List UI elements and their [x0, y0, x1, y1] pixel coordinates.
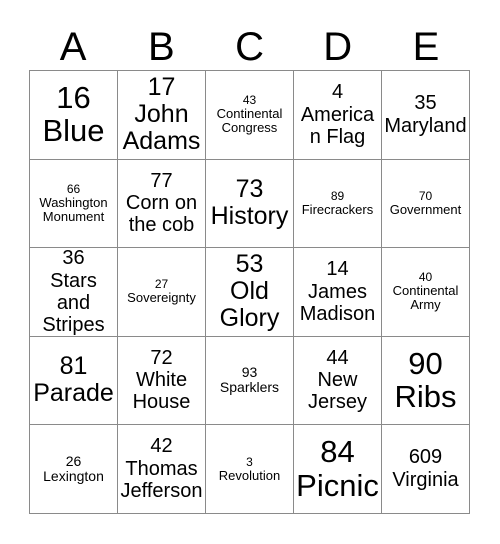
- bingo-cell-label: Blue: [42, 113, 105, 149]
- bingo-cell-number: 90: [408, 345, 443, 381]
- bingo-cell-label: Ribs: [394, 379, 457, 415]
- bingo-cell-number: 42: [150, 435, 173, 458]
- bingo-cell-number: 14: [326, 258, 349, 281]
- bingo-cell-c3[interactable]: 53 Old Glory: [206, 248, 294, 337]
- bingo-cell-label: Firecrackers: [301, 201, 374, 217]
- bingo-cell-c5[interactable]: 3 Revolution: [206, 425, 294, 514]
- bingo-cell-label: White House: [132, 369, 191, 414]
- bingo-cell-d2[interactable]: 89 Firecrackers: [294, 159, 382, 249]
- bingo-cell-label: Revolution: [218, 467, 281, 483]
- bingo-cell-label: Sovereignty: [127, 290, 196, 306]
- bingo-cell-label: History: [210, 202, 289, 231]
- bingo-cell-c2[interactable]: 73 History: [206, 159, 294, 249]
- bingo-cell-e3[interactable]: 40 Continental Army: [382, 248, 470, 337]
- bingo-cell-d1[interactable]: 4 American Flag: [294, 71, 382, 160]
- bingo-cell-label: Stars and Stripes: [42, 269, 105, 336]
- bingo-cell-e2[interactable]: 70 Government: [382, 159, 470, 249]
- bingo-cell-label: Maryland: [384, 114, 467, 137]
- column-header-d: D: [323, 25, 353, 69]
- bingo-cell-a2[interactable]: 66 Washington Monument: [30, 159, 118, 249]
- bingo-cell-label: Lexington: [43, 468, 104, 485]
- bingo-cell-number: 53: [235, 249, 264, 278]
- bingo-cell-number: 77: [150, 169, 173, 192]
- bingo-cell-number: 70: [418, 188, 433, 203]
- bingo-cell-label: Sparklers: [219, 379, 280, 396]
- bingo-cell-e1[interactable]: 35 Maryland: [382, 71, 470, 160]
- bingo-cell-e4[interactable]: 90 Ribs: [382, 336, 470, 426]
- bingo-cell-number: 72: [150, 346, 173, 369]
- bingo-cell-a1[interactable]: 16 Blue: [30, 71, 118, 160]
- bingo-cell-number: 89: [330, 188, 345, 203]
- bingo-column-headers: A B C D E: [29, 24, 470, 70]
- bingo-cell-d5[interactable]: 84 Picnic: [294, 425, 382, 514]
- bingo-cell-label: Continental Army: [392, 283, 459, 313]
- bingo-cell-number: 73: [235, 175, 264, 204]
- bingo-cell-number: 84: [320, 434, 355, 470]
- bingo-cell-b5[interactable]: 42 Thomas Jefferson: [118, 425, 206, 514]
- bingo-cell-a3[interactable]: 36 Stars and Stripes: [30, 248, 118, 337]
- bingo-cell-d4[interactable]: 44 New Jersey: [294, 336, 382, 426]
- bingo-cell-number: 17: [147, 72, 176, 101]
- bingo-cell-b3[interactable]: 27 Sovereignty: [118, 248, 206, 337]
- bingo-cell-label: Washington Monument: [39, 194, 108, 224]
- bingo-cell-label: American Flag: [300, 103, 375, 148]
- bingo-cell-label: Corn on the cob: [125, 192, 198, 237]
- column-header-a: A: [59, 25, 87, 69]
- bingo-cell-label: Government: [389, 201, 462, 217]
- bingo-cell-b2[interactable]: 77 Corn on the cob: [118, 159, 206, 249]
- bingo-cell-b1[interactable]: 17 John Adams: [118, 71, 206, 160]
- bingo-cell-e5[interactable]: 609 Virginia: [382, 425, 470, 514]
- bingo-cell-b4[interactable]: 72 White House: [118, 336, 206, 426]
- bingo-cell-label: John Adams: [122, 99, 201, 156]
- bingo-cell-number: 81: [59, 352, 88, 381]
- column-header-e: E: [412, 25, 440, 69]
- bingo-cell-number: 609: [408, 446, 443, 469]
- bingo-cell-label: Old Glory: [219, 276, 280, 333]
- bingo-cell-d3[interactable]: 14 James Madison: [294, 248, 382, 337]
- bingo-cell-number: 26: [65, 452, 82, 469]
- bingo-cell-number: 36: [62, 248, 85, 270]
- bingo-cell-c4[interactable]: 93 Sparklers: [206, 336, 294, 426]
- bingo-cell-label: Parade: [33, 379, 114, 408]
- bingo-cell-c1[interactable]: 43 Continental Congress: [206, 71, 294, 160]
- column-header-b: B: [147, 25, 175, 69]
- bingo-cell-number: 16: [56, 80, 91, 116]
- column-header-c: C: [235, 25, 264, 69]
- bingo-card: A B C D E 16 Blue 17 John Adams 43 Conti…: [0, 0, 500, 544]
- bingo-cell-number: 3: [246, 454, 253, 469]
- bingo-cell-number: 44: [326, 346, 349, 369]
- bingo-cell-label: New Jersey: [308, 369, 367, 414]
- bingo-cell-label: Virginia: [392, 468, 459, 491]
- bingo-cell-number: 66: [66, 181, 81, 196]
- bingo-cell-number: 35: [414, 92, 437, 114]
- bingo-cell-label: Picnic: [296, 467, 379, 503]
- bingo-cell-label: Thomas Jefferson: [120, 457, 203, 502]
- bingo-grid: 16 Blue 17 John Adams 43 Continental Con…: [29, 70, 470, 514]
- bingo-cell-a4[interactable]: 81 Parade: [30, 336, 118, 426]
- bingo-cell-a5[interactable]: 26 Lexington: [30, 425, 118, 514]
- bingo-cell-label: Continental Congress: [216, 105, 283, 136]
- bingo-cell-number: 93: [241, 364, 258, 381]
- bingo-cell-label: James Madison: [299, 280, 376, 325]
- bingo-cell-number: 4: [331, 81, 344, 103]
